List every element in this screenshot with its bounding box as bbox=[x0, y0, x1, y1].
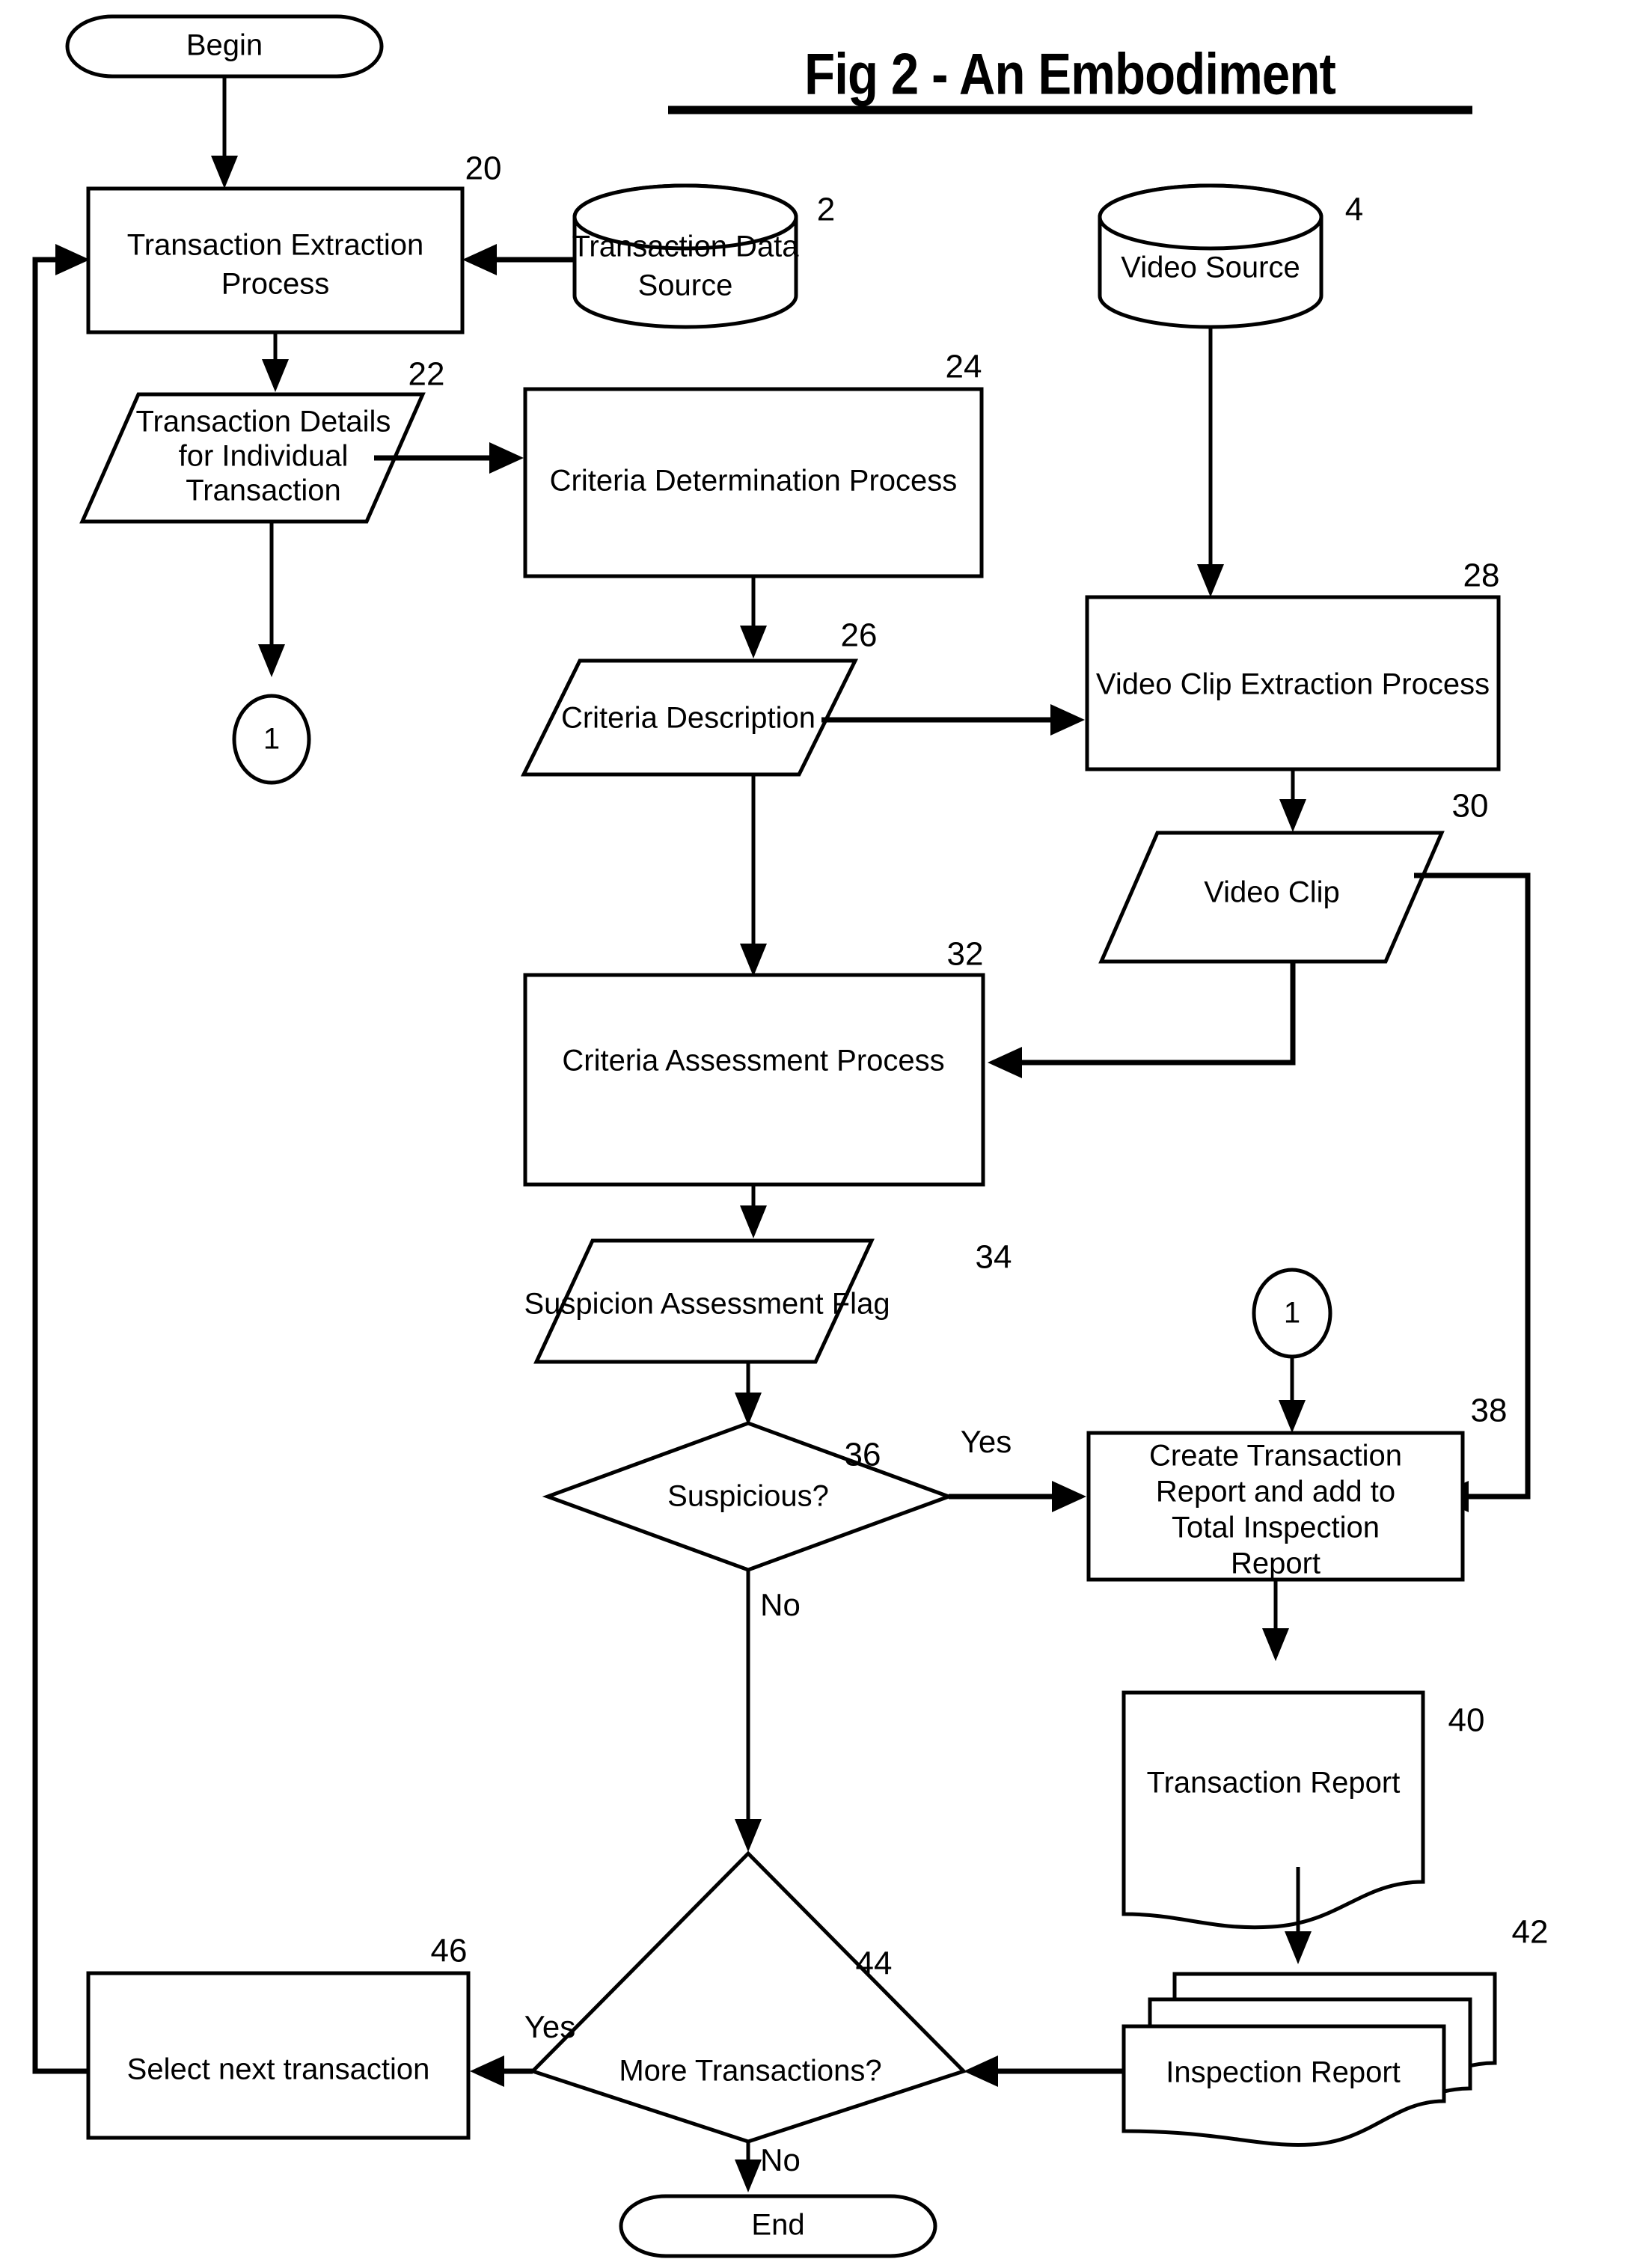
select-next-transaction-label: Select next transaction bbox=[127, 2053, 430, 2086]
connector-out-label: 1 bbox=[263, 723, 280, 756]
node-select-next-transaction: Select next transaction 46 bbox=[86, 1933, 471, 2140]
node-transaction-report: Transaction Report 40 bbox=[1121, 1690, 1485, 1930]
edge-assessment-to-suspicionflag bbox=[740, 1185, 767, 1238]
node-criteria-description: Criteria Description 26 bbox=[520, 617, 878, 777]
page-title: Fig 2 - An Embodiment bbox=[804, 42, 1335, 107]
transaction-data-source-label-line1: Transaction Data bbox=[572, 230, 799, 263]
criteria-assessment-label: Criteria Assessment Process bbox=[562, 1045, 944, 1078]
video-source-cylinder-top bbox=[1098, 183, 1323, 251]
ref-number-4: 4 bbox=[1345, 192, 1363, 228]
criteria-determination-label: Criteria Determination Process bbox=[550, 465, 958, 498]
connector-in-label: 1 bbox=[1284, 1297, 1300, 1330]
criteria-description-label: Criteria Description bbox=[561, 702, 815, 735]
video-source-label: Video Source bbox=[1121, 251, 1300, 284]
edge-label-moretransactions-yes: Yes bbox=[524, 2009, 576, 2044]
ref-number-44: 44 bbox=[856, 1945, 893, 1982]
node-criteria-determination-process: Criteria Determination Process 24 bbox=[523, 349, 984, 578]
edge-videosource-to-clipextraction bbox=[1197, 327, 1224, 597]
edge-videoclip-to-assessment bbox=[988, 962, 1296, 1078]
edge-label-suspicious-yes: Yes bbox=[961, 1424, 1012, 1459]
edge-extraction-to-details bbox=[262, 332, 289, 392]
ref-number-26: 26 bbox=[841, 617, 878, 654]
node-end: End bbox=[619, 2194, 937, 2258]
edge-criteriadetermination-to-criteriadesc bbox=[740, 576, 767, 658]
node-inspection-report: Inspection Report 42 bbox=[1121, 1914, 1549, 2147]
transaction-data-source-label-line2: Source bbox=[638, 269, 733, 302]
ref-number-40: 40 bbox=[1448, 1702, 1485, 1739]
ref-number-46: 46 bbox=[431, 1933, 468, 1969]
video-clip-label: Video Clip bbox=[1204, 876, 1340, 909]
ref-number-28: 28 bbox=[1463, 557, 1500, 594]
transaction-report-label: Transaction Report bbox=[1147, 1767, 1401, 1800]
inspection-report-label: Inspection Report bbox=[1166, 2056, 1401, 2089]
node-connector-in-1: 1 bbox=[1252, 1268, 1332, 1359]
more-transactions-diamond bbox=[529, 1850, 967, 2144]
node-begin: Begin bbox=[65, 14, 384, 79]
edge-details-to-connector1 bbox=[258, 522, 285, 677]
ref-number-34: 34 bbox=[976, 1239, 1012, 1276]
edge-inspectionreport-to-moretransactions bbox=[964, 2055, 1122, 2087]
create-report-label-line2: Report and add to bbox=[1156, 1476, 1395, 1509]
suspicion-flag-label: Suspicion Assessment Flag bbox=[524, 1288, 890, 1321]
edge-clipextraction-to-videoclip bbox=[1279, 769, 1306, 832]
node-suspicion-assessment-flag: Suspicion Assessment Flag 34 bbox=[524, 1238, 1012, 1364]
edge-selectnext-loopback-to-extraction bbox=[32, 244, 90, 2074]
transaction-details-label-line3: Transaction bbox=[186, 474, 341, 507]
node-connector-out-1: 1 bbox=[232, 694, 311, 785]
node-transaction-details: Transaction Details for Individual Trans… bbox=[79, 356, 445, 524]
transaction-extraction-label-line1: Transaction Extraction bbox=[127, 229, 423, 262]
edge-label-suspicious-no: No bbox=[760, 1587, 801, 1622]
criteria-assessment-box bbox=[523, 973, 985, 1187]
ref-number-38: 38 bbox=[1471, 1393, 1508, 1429]
ref-number-30: 30 bbox=[1452, 788, 1489, 825]
ref-number-22: 22 bbox=[408, 356, 445, 393]
create-report-label-line4: Report bbox=[1231, 1547, 1321, 1580]
transaction-report-document bbox=[1121, 1690, 1425, 1930]
node-create-transaction-report: Create Transaction Report and add to Tot… bbox=[1086, 1393, 1508, 1582]
edge-moretransactions-no: No bbox=[735, 2142, 801, 2192]
edge-createreport-to-transactionreport bbox=[1262, 1580, 1289, 1661]
create-report-label-line1: Create Transaction bbox=[1149, 1440, 1402, 1473]
ref-number-36: 36 bbox=[845, 1437, 881, 1473]
video-clip-extraction-label: Video Clip Extraction Process bbox=[1096, 668, 1490, 701]
more-transactions-label: More Transactions? bbox=[619, 2055, 881, 2088]
edge-begin-to-extraction bbox=[211, 76, 238, 189]
begin-label: Begin bbox=[186, 29, 263, 62]
edge-suspicious-no: No bbox=[735, 1570, 801, 1852]
edge-suspicious-yes: Yes bbox=[949, 1424, 1086, 1512]
figure-title-group: Fig 2 - An Embodiment bbox=[668, 42, 1472, 114]
ref-number-2: 2 bbox=[817, 192, 835, 228]
node-video-clip-extraction-process: Video Clip Extraction Process 28 bbox=[1085, 557, 1501, 771]
create-report-label-line3: Total Inspection bbox=[1172, 1512, 1380, 1544]
transaction-details-label-line2: for Individual bbox=[179, 440, 349, 473]
end-label: End bbox=[751, 2209, 804, 2242]
node-suspicious-decision: Suspicious? 36 bbox=[542, 1421, 955, 1572]
patent-figure-page: Fig 2 - An Embodiment Begin Transaction … bbox=[0, 0, 1628, 2268]
edge-connector1-to-createreport bbox=[1279, 1357, 1306, 1433]
suspicious-decision-label: Suspicious? bbox=[667, 1480, 829, 1513]
ref-number-20: 20 bbox=[465, 150, 502, 187]
transaction-details-label-line1: Transaction Details bbox=[136, 406, 391, 438]
node-transaction-data-source: Transaction Data Source 2 bbox=[572, 183, 835, 329]
edge-criteriadesc-to-clipextraction bbox=[821, 704, 1085, 736]
ref-number-24: 24 bbox=[946, 349, 982, 385]
edge-criteriadesc-to-assessment bbox=[740, 774, 767, 976]
node-video-source: Video Source 4 bbox=[1098, 183, 1363, 329]
edge-label-moretransactions-no: No bbox=[760, 2142, 801, 2177]
edge-suspicionflag-to-decision bbox=[735, 1362, 762, 1425]
ref-number-32: 32 bbox=[947, 936, 984, 973]
edge-datasource-to-extraction bbox=[462, 244, 573, 275]
ref-number-42: 42 bbox=[1512, 1914, 1549, 1951]
node-transaction-extraction-process: Transaction Extraction Process 20 bbox=[86, 150, 502, 334]
node-more-transactions-decision: More Transactions? 44 bbox=[529, 1850, 967, 2144]
flowchart-diagram: Fig 2 - An Embodiment Begin Transaction … bbox=[32, 14, 1549, 2258]
transaction-extraction-label-line2: Process bbox=[221, 268, 330, 301]
